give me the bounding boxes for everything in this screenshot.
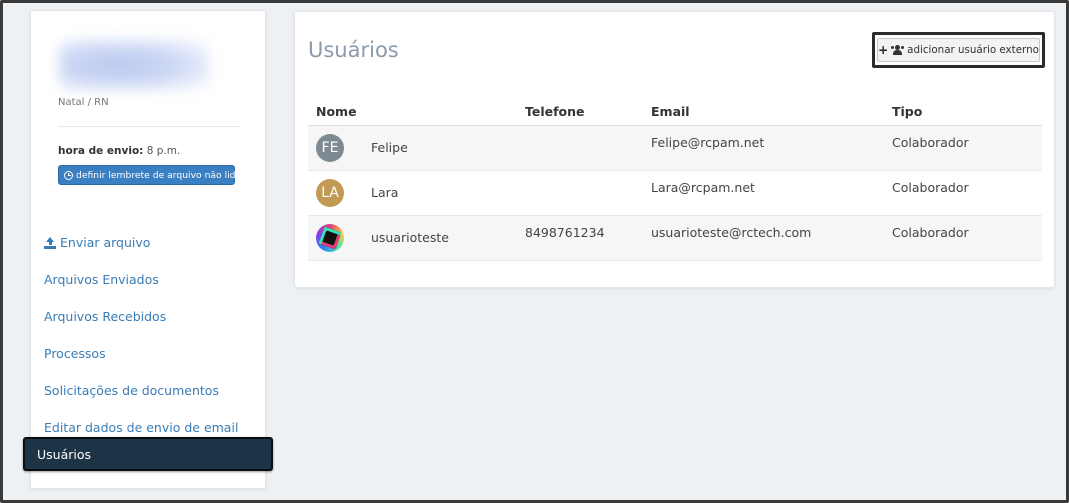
user-phone: 8498761234 bbox=[525, 224, 605, 240]
user-email: Lara@rcpam.net bbox=[651, 179, 755, 195]
nav-item-arquivos-enviados[interactable]: Arquivos Enviados bbox=[44, 272, 159, 287]
clock-icon bbox=[64, 170, 73, 180]
profile-card: Natal / RN hora de envio: 8 p.m. definir… bbox=[31, 11, 265, 189]
table-row[interactable]: usuarioteste 8498761234 usuarioteste@rct… bbox=[308, 215, 1042, 261]
blurred-company-name bbox=[59, 39, 209, 91]
set-reminder-label: definir lembrete de arquivo não lido bbox=[76, 169, 242, 181]
send-time-value: 8 p.m. bbox=[146, 145, 181, 157]
upload-icon bbox=[44, 236, 56, 249]
avatar-image bbox=[316, 223, 344, 252]
table-row[interactable]: FE Felipe Felipe@rcpam.net Colaborador bbox=[308, 125, 1042, 171]
column-header-nome[interactable]: Nome bbox=[308, 98, 517, 126]
user-type: Colaborador bbox=[892, 179, 969, 195]
user-name: Lara bbox=[371, 185, 399, 200]
table-row[interactable]: LA Lara Lara@rcpam.net Colaborador bbox=[308, 170, 1042, 216]
sidebar: Natal / RN hora de envio: 8 p.m. definir… bbox=[23, 10, 273, 489]
avatar: FE bbox=[316, 133, 344, 162]
user-name: usuarioteste bbox=[371, 230, 449, 245]
avatar: LA bbox=[316, 178, 344, 207]
column-header-email[interactable]: Email bbox=[643, 98, 884, 126]
nav-item-enviar-arquivo[interactable]: Enviar arquivo bbox=[44, 235, 150, 250]
nav-item-label: Enviar arquivo bbox=[60, 235, 151, 250]
users-icon bbox=[891, 45, 905, 55]
user-name: Felipe bbox=[371, 140, 408, 155]
users-table: Nome Telefone Email Tipo FE Felipe Felip… bbox=[308, 98, 1042, 261]
add-external-user-label: adicionar usuário externo bbox=[907, 44, 1039, 56]
send-time: hora de envio: 8 p.m. bbox=[58, 145, 180, 157]
table-header-row: Nome Telefone Email Tipo bbox=[308, 98, 1042, 126]
nav-item-arquivos-recebidos[interactable]: Arquivos Recebidos bbox=[44, 309, 166, 324]
page-title: Usuários bbox=[308, 38, 399, 62]
user-phone bbox=[525, 171, 635, 180]
user-email: Felipe@rcpam.net bbox=[651, 134, 765, 150]
column-header-tipo[interactable]: Tipo bbox=[884, 98, 1042, 126]
nav-item-editar-dados-email[interactable]: Editar dados de envio de email bbox=[44, 420, 238, 435]
nav-item-usuarios[interactable]: Usuários bbox=[23, 437, 273, 471]
divider bbox=[58, 126, 240, 127]
users-panel: Usuários + adicionar usuário externo Nom… bbox=[294, 11, 1055, 288]
column-header-telefone[interactable]: Telefone bbox=[517, 98, 643, 126]
plus-icon: + bbox=[878, 43, 889, 57]
send-time-label: hora de envio: bbox=[58, 145, 144, 157]
add-external-user-button-inner[interactable]: + adicionar usuário externo bbox=[877, 38, 1040, 62]
user-phone bbox=[525, 126, 635, 135]
add-external-user-button[interactable]: + adicionar usuário externo bbox=[872, 32, 1045, 68]
nav-item-solicitacoes[interactable]: Solicitações de documentos bbox=[44, 383, 219, 398]
user-type: Colaborador bbox=[892, 134, 969, 150]
location-text: Natal / RN bbox=[58, 97, 109, 108]
set-reminder-button[interactable]: definir lembrete de arquivo não lido bbox=[58, 165, 241, 185]
nav-item-processos[interactable]: Processos bbox=[44, 346, 106, 361]
user-email: usuarioteste@rctech.com bbox=[651, 224, 812, 240]
user-type: Colaborador bbox=[892, 224, 969, 240]
